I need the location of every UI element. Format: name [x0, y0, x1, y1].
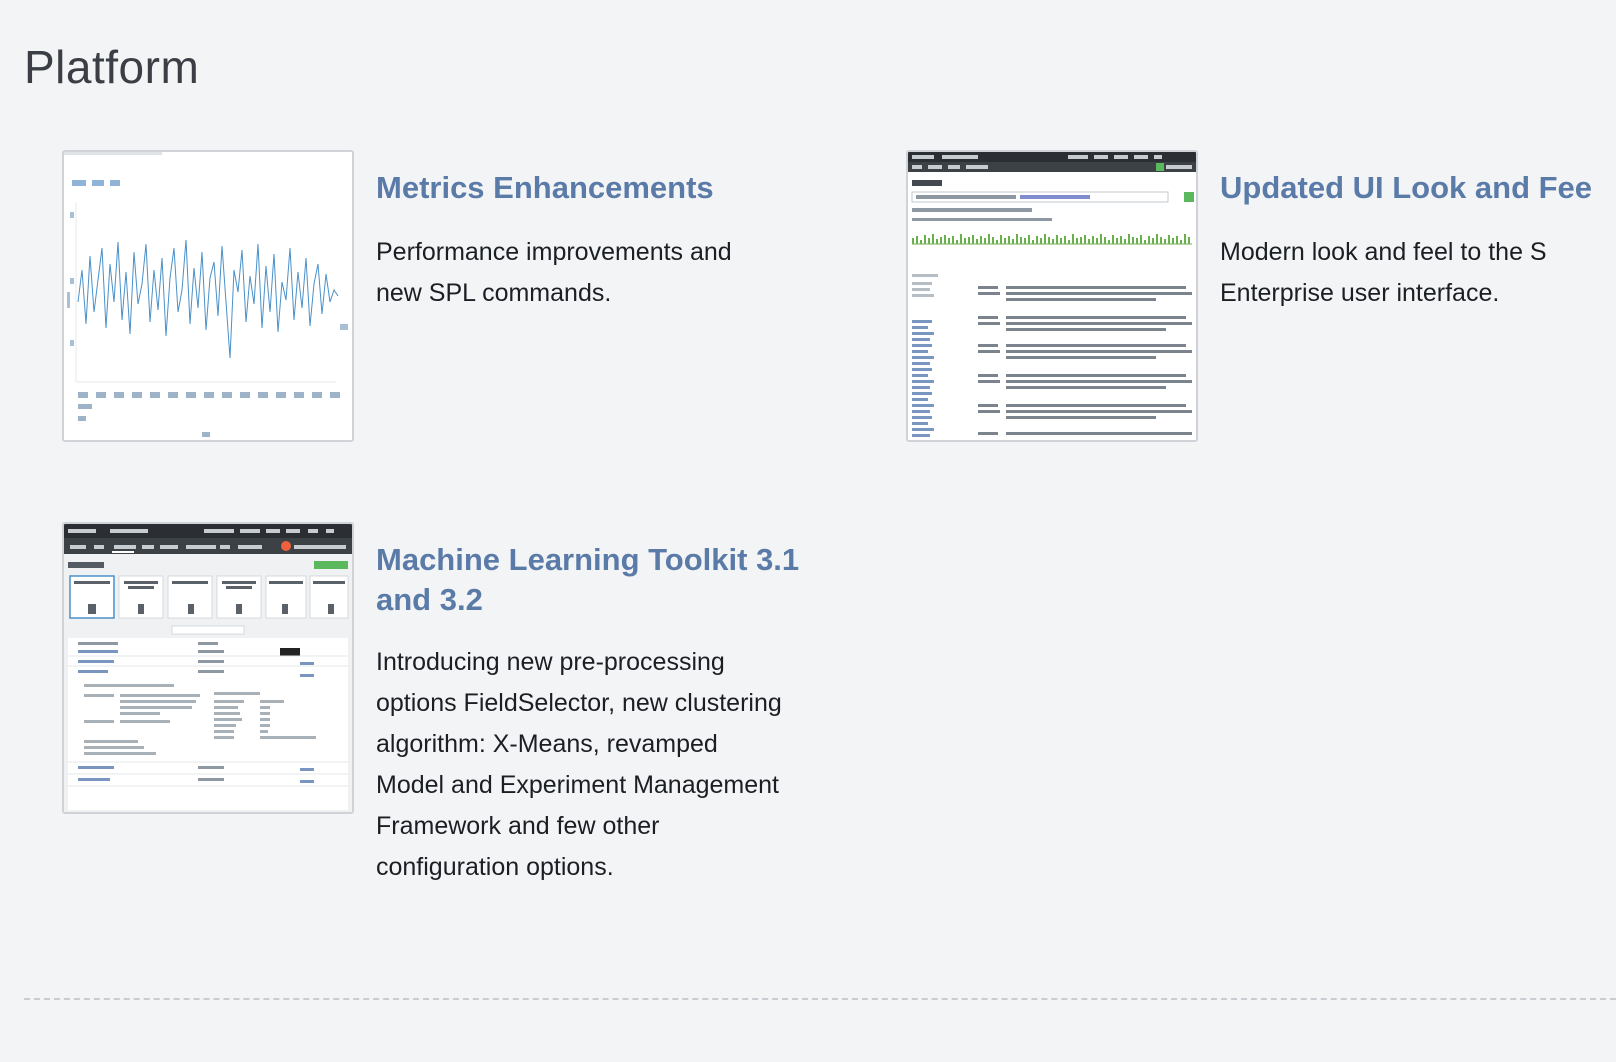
description-line: options FieldSelector, new clustering [376, 689, 782, 717]
description-line: Performance improvements and [376, 238, 732, 266]
title-line: Machine Learning Toolkit 3.1 [376, 542, 800, 577]
description-line: new SPL commands. [376, 279, 612, 307]
description-line: Enterprise user interface. [1220, 279, 1500, 307]
mltk-screenshot-image [64, 524, 352, 812]
description-line: Modern look and feel to the S [1220, 238, 1547, 266]
ui-look-feature-title[interactable]: Updated UI Look and Fee [1220, 168, 1616, 208]
description-line: configuration options. [376, 853, 614, 881]
metrics-feature-description: Performance improvements and new SPL com… [376, 232, 826, 314]
metrics-feature-text: Metrics Enhancements Performance improve… [376, 168, 826, 314]
section-divider [24, 998, 1616, 1000]
description-line: Framework and few other [376, 812, 660, 840]
mltk-feature-description: Introducing new pre-processing options F… [376, 642, 836, 888]
ui-look-thumbnail[interactable] [906, 150, 1198, 442]
platform-section: Platform Metrics Enhancements Performanc… [0, 0, 1616, 1062]
description-line: Model and Experiment Management [376, 771, 780, 799]
description-line: algorithm: X-Means, revamped [376, 730, 718, 758]
metrics-feature-title[interactable]: Metrics Enhancements [376, 168, 826, 208]
ui-look-feature-text: Updated UI Look and Fee Modern look and … [1220, 168, 1616, 314]
mltk-feature-title[interactable]: Machine Learning Toolkit 3.1 and 3.2 [376, 540, 836, 620]
section-title: Platform [24, 41, 200, 93]
mltk-feature-text: Machine Learning Toolkit 3.1 and 3.2 Int… [376, 540, 836, 888]
ui-look-feature-description: Modern look and feel to the S Enterprise… [1220, 232, 1616, 314]
metrics-chart-thumbnail[interactable] [62, 150, 354, 442]
metrics-chart-image [64, 152, 352, 440]
mltk-thumbnail[interactable] [62, 522, 354, 814]
title-line: and 3.2 [376, 582, 483, 617]
description-line: Introducing new pre-processing [376, 648, 725, 676]
ui-look-screenshot-image [908, 152, 1196, 440]
